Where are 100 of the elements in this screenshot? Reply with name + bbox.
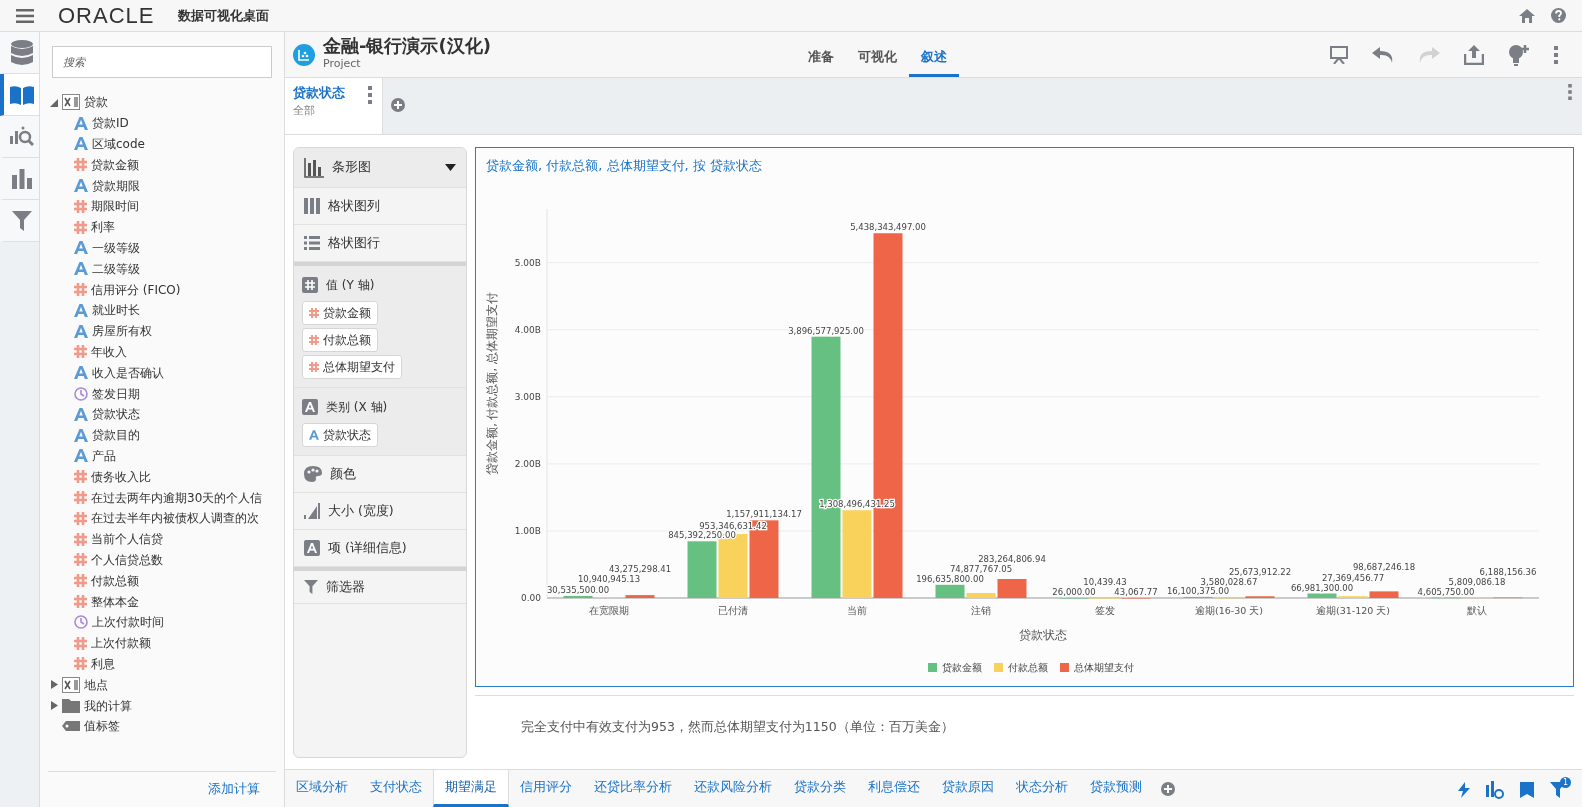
- hash-icon: [309, 335, 319, 345]
- page-tab[interactable]: 还款风险分析: [683, 770, 783, 807]
- bar[interactable]: [1369, 591, 1399, 598]
- data-label: 845,392,250.00: [668, 530, 736, 541]
- menu-icon[interactable]: [16, 8, 34, 23]
- bar[interactable]: [625, 595, 655, 598]
- tree-item-label[interactable]: 贷款期限: [92, 176, 140, 195]
- tree-item-label[interactable]: 信用评分 (FICO): [91, 280, 181, 299]
- tree-item-label[interactable]: 就业时长: [92, 301, 140, 320]
- more-icon[interactable]: [1554, 45, 1558, 64]
- collapse-arrow-icon[interactable]: [50, 97, 58, 107]
- tree-item-label[interactable]: 上次付款额: [91, 634, 151, 653]
- lightbulb-plus-icon[interactable]: [1508, 43, 1530, 66]
- undo-icon[interactable]: [1372, 46, 1394, 63]
- mode-tab[interactable]: 准备: [795, 36, 846, 77]
- tree-item-label[interactable]: 利息: [91, 654, 115, 673]
- tree-item-label[interactable]: 收入是否确认: [92, 363, 164, 382]
- tree-item-label[interactable]: 值标签: [84, 717, 120, 736]
- page-tab[interactable]: 贷款分类: [783, 770, 857, 807]
- tree-item-label[interactable]: 利率: [91, 218, 115, 237]
- tree-item-label[interactable]: 当前个人信贷: [91, 530, 163, 549]
- field-pill[interactable]: 总体期望支付: [302, 355, 402, 379]
- data-label: 43,067.77: [1114, 587, 1158, 597]
- drop-target-label[interactable]: 大小 (宽度): [328, 501, 394, 521]
- bar[interactable]: [563, 595, 593, 598]
- chart-settings-icon[interactable]: [1486, 781, 1504, 799]
- tree-item-label[interactable]: 期限时间: [91, 197, 139, 216]
- legend-swatch: [928, 663, 937, 672]
- chart-type-dropdown[interactable]: 条形图: [294, 148, 466, 188]
- bar[interactable]: [997, 579, 1027, 598]
- tree-item-label[interactable]: 贷款: [84, 93, 108, 112]
- page-tab[interactable]: 期望满足: [433, 770, 509, 807]
- data-label: 26,000.00: [1052, 587, 1096, 597]
- drop-target-label[interactable]: 项 (详细信息): [328, 538, 407, 558]
- drop-target-label[interactable]: 颜色: [330, 464, 356, 484]
- tree-item-label[interactable]: 在过去两年内逾期30天的个人信: [91, 488, 263, 507]
- tree-item-label[interactable]: 个人信贷总数: [91, 550, 163, 569]
- tree-item-label[interactable]: 贷款目的: [92, 426, 140, 445]
- page-tab[interactable]: 利息偿还: [857, 770, 931, 807]
- tree-item-label[interactable]: 上次付款时间: [92, 613, 164, 632]
- tree-item-label[interactable]: 贷款ID: [92, 114, 129, 133]
- hash-icon: [74, 553, 87, 567]
- page-tab[interactable]: 信用评分: [509, 770, 583, 807]
- legend-label[interactable]: 贷款金额: [942, 662, 982, 673]
- bookmark-icon[interactable]: [1520, 782, 1534, 798]
- bar[interactable]: [1307, 593, 1337, 598]
- tree-item-label[interactable]: 产品: [92, 446, 116, 465]
- legend-label[interactable]: 总体期望支付: [1074, 662, 1134, 673]
- tree-item-label[interactable]: 在过去半年内被债权人调查的次: [91, 509, 259, 528]
- data-label: 196,635,800.00: [916, 573, 984, 584]
- mode-tab[interactable]: 可视化: [845, 36, 909, 77]
- more-icon[interactable]: [1568, 84, 1572, 100]
- tree-item-label[interactable]: 贷款金额: [91, 155, 139, 174]
- tree-item-label[interactable]: 整体本金: [91, 592, 139, 611]
- hash-icon: [74, 158, 87, 172]
- field-pill[interactable]: 贷款状态: [302, 423, 378, 447]
- home-icon[interactable]: [1519, 8, 1535, 23]
- tree-item-label[interactable]: 区域code: [92, 135, 145, 153]
- bar[interactable]: [935, 584, 965, 598]
- tree-item-label[interactable]: 我的计算: [84, 696, 132, 715]
- field-pill[interactable]: 贷款金额: [302, 301, 378, 325]
- y-tick-label: 2.00B: [514, 458, 541, 469]
- expand-arrow-icon[interactable]: [50, 680, 58, 690]
- add-canvas-icon[interactable]: [391, 98, 405, 112]
- canvas-tab[interactable]: 贷款状态 全部: [285, 78, 383, 134]
- page-tab[interactable]: 支付状态: [359, 770, 433, 807]
- tree-item-label[interactable]: 房屋所有权: [92, 322, 152, 341]
- page-tab[interactable]: 区域分析: [285, 770, 359, 807]
- data-label: 43,275,298.41: [608, 564, 672, 575]
- tree-item-label[interactable]: 二级等级: [92, 259, 140, 278]
- add-page-icon[interactable]: [1161, 782, 1175, 796]
- filter-label[interactable]: 筛选器: [326, 577, 365, 597]
- tree-item-label[interactable]: 债务收入比: [91, 467, 151, 486]
- presentation-icon[interactable]: [1330, 45, 1348, 64]
- tree-item-label[interactable]: 地点: [84, 675, 108, 694]
- tree-item-label[interactable]: 一级等级: [92, 238, 140, 257]
- help-icon[interactable]: [1551, 8, 1566, 23]
- signal-icon: [304, 503, 320, 519]
- data-label: 27,369,456.77: [1321, 573, 1385, 584]
- tree-item-label[interactable]: 付款总额: [91, 571, 139, 590]
- more-icon[interactable]: [368, 86, 372, 104]
- field-pill[interactable]: 付款总额: [302, 328, 378, 352]
- add-calculation-link[interactable]: 添加计算: [208, 781, 260, 797]
- tree-item-label[interactable]: 贷款状态: [92, 405, 140, 424]
- drop-target-label[interactable]: 格状图行: [328, 233, 380, 253]
- page-tab[interactable]: 还贷比率分析: [583, 770, 683, 807]
- page-tab[interactable]: 贷款原因: [931, 770, 1005, 807]
- page-tab[interactable]: 贷款预测: [1079, 770, 1153, 807]
- tree-item-label[interactable]: 年收入: [91, 342, 127, 361]
- hash-icon: [309, 362, 319, 372]
- search-field[interactable]: 搜索: [52, 46, 272, 78]
- lightning-icon[interactable]: [1458, 782, 1470, 798]
- tree-item-label[interactable]: 签发日期: [92, 384, 140, 403]
- page-tab[interactable]: 状态分析: [1005, 770, 1079, 807]
- data-label: 283,264,806.94: [978, 554, 1046, 564]
- legend-label[interactable]: 付款总额: [1008, 662, 1048, 673]
- spreadsheet-icon: [62, 676, 80, 693]
- expand-arrow-icon[interactable]: [50, 701, 58, 710]
- drop-target-label[interactable]: 格状图列: [328, 196, 380, 216]
- share-icon[interactable]: [1464, 44, 1484, 65]
